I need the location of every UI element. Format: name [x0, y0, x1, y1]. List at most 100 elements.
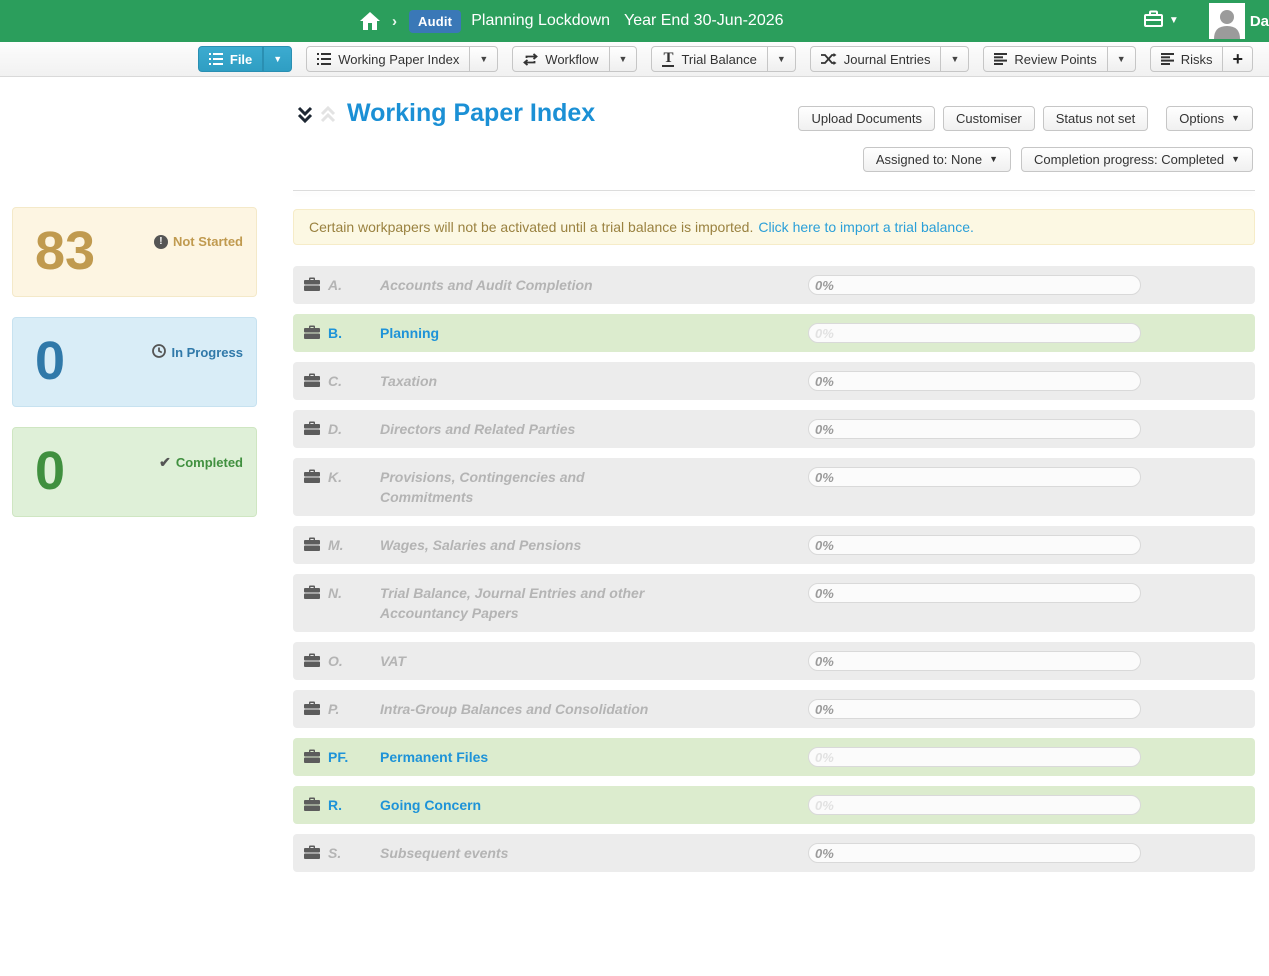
- section-title-link[interactable]: Intra-Group Balances and Consolidation: [380, 699, 660, 719]
- briefcase-icon: [304, 277, 320, 296]
- section-progress-bar: 0%: [808, 371, 1141, 391]
- section-progress-value: 0%: [815, 655, 834, 668]
- workflow-label: Workflow: [545, 52, 598, 67]
- breadcrumb: › Audit Planning Lockdown Year End 30-Ju…: [360, 0, 784, 42]
- chevron-down-icon: ▼: [1169, 16, 1179, 26]
- section-row[interactable]: D. Directors and Related Parties 0%: [293, 410, 1255, 448]
- section-title-link[interactable]: Taxation: [380, 371, 660, 391]
- section-row[interactable]: PF. Permanent Files 0%: [293, 738, 1255, 776]
- audit-badge[interactable]: Audit: [409, 10, 461, 33]
- trial-balance-dropdown[interactable]: ▼: [768, 46, 796, 72]
- section-progress-bar: 0%: [808, 535, 1141, 555]
- upload-documents-button[interactable]: Upload Documents: [798, 106, 935, 131]
- clock-icon: [152, 344, 166, 361]
- section-progress-value: 0%: [815, 703, 834, 716]
- customiser-button[interactable]: Customiser: [943, 106, 1035, 131]
- section-progress-value: 0%: [815, 587, 834, 600]
- section-row[interactable]: A. Accounts and Audit Completion 0%: [293, 266, 1255, 304]
- journal-entries-dropdown[interactable]: ▼: [941, 46, 969, 72]
- journal-entries-button-group: Journal Entries ▼: [810, 46, 970, 72]
- section-row[interactable]: K. Provisions, Contingencies and Commitm…: [293, 458, 1255, 516]
- section-title-link[interactable]: Wages, Salaries and Pensions: [380, 535, 660, 555]
- review-points-button[interactable]: Review Points: [983, 46, 1107, 72]
- align-left-icon: [1161, 53, 1174, 65]
- review-points-label: Review Points: [1014, 52, 1096, 67]
- section-progress-value: 0%: [815, 471, 834, 484]
- chevron-down-icon: ▼: [1231, 114, 1240, 123]
- repeat-icon: [523, 53, 538, 66]
- section-progress-bar: 0%: [808, 323, 1141, 343]
- main-toolbar: File ▼ Working Paper Index ▼ Workflow ▼ …: [0, 42, 1269, 77]
- top-header-bar: › Audit Planning Lockdown Year End 30-Ju…: [0, 0, 1269, 42]
- trial-balance-button[interactable]: T Trial Balance: [651, 46, 767, 72]
- client-name: Planning Lockdown: [471, 12, 610, 30]
- section-title-link[interactable]: Provisions, Contingencies and Commitment…: [380, 467, 660, 507]
- section-row[interactable]: M. Wages, Salaries and Pensions 0%: [293, 526, 1255, 564]
- section-title-link[interactable]: VAT: [380, 651, 660, 671]
- review-points-dropdown[interactable]: ▼: [1108, 46, 1136, 72]
- section-ref: K.: [328, 467, 342, 487]
- section-row[interactable]: S. Subsequent events 0%: [293, 834, 1255, 872]
- import-trial-balance-link[interactable]: Click here to import a trial balance.: [758, 219, 974, 235]
- completed-count: 0: [35, 440, 65, 502]
- stat-not-started[interactable]: 83 ! Not Started: [12, 207, 257, 297]
- working-paper-index-button[interactable]: Working Paper Index: [306, 46, 470, 72]
- risks-label: Risks: [1181, 52, 1213, 67]
- user-name[interactable]: Da: [1250, 13, 1269, 30]
- assigned-to-filter[interactable]: Assigned to: None ▼: [863, 147, 1011, 172]
- section-row[interactable]: P. Intra-Group Balances and Consolidatio…: [293, 690, 1255, 728]
- section-row[interactable]: O. VAT 0%: [293, 642, 1255, 680]
- file-button[interactable]: File: [198, 46, 263, 72]
- user-avatar[interactable]: [1209, 3, 1245, 39]
- section-row[interactable]: C. Taxation 0%: [293, 362, 1255, 400]
- journal-entries-button[interactable]: Journal Entries: [810, 46, 942, 72]
- briefcase-icon: [304, 325, 320, 344]
- section-ref: PF.: [328, 747, 348, 767]
- section-title-link[interactable]: Going Concern: [380, 795, 660, 815]
- expand-all-icon[interactable]: [318, 104, 338, 131]
- stat-completed[interactable]: 0 ✔ Completed: [12, 427, 257, 517]
- risks-button[interactable]: Risks: [1150, 46, 1224, 72]
- section-progress-bar: 0%: [808, 651, 1141, 671]
- home-icon[interactable]: [360, 12, 380, 30]
- status-not-set-button[interactable]: Status not set: [1043, 106, 1149, 131]
- header-right: ▼ Da: [1144, 0, 1269, 42]
- wpi-button-group: Working Paper Index ▼: [306, 46, 498, 72]
- exclamation-circle-icon: !: [154, 235, 168, 249]
- section-title-link[interactable]: Trial Balance, Journal Entries and other…: [380, 583, 660, 623]
- briefcase-icon: [1144, 10, 1163, 32]
- workflow-button[interactable]: Workflow: [512, 46, 609, 72]
- chevron-down-icon: ▼: [989, 155, 998, 164]
- workflow-dropdown[interactable]: ▼: [610, 46, 638, 72]
- section-title-link[interactable]: Subsequent events: [380, 843, 660, 863]
- file-button-group: File ▼: [198, 46, 292, 72]
- section-ref: N.: [328, 583, 342, 603]
- section-row[interactable]: N. Trial Balance, Journal Entries and ot…: [293, 574, 1255, 632]
- section-progress-bar: 0%: [808, 419, 1141, 439]
- briefcase-icon: [304, 845, 320, 864]
- section-progress-value: 0%: [815, 327, 834, 340]
- risks-add-button[interactable]: +: [1223, 46, 1253, 72]
- file-dropdown-button[interactable]: ▼: [263, 46, 292, 72]
- briefcase-menu[interactable]: ▼: [1144, 10, 1179, 32]
- section-title-link[interactable]: Planning: [380, 323, 660, 343]
- trial-balance-warning-banner: Certain workpapers will not be activated…: [293, 209, 1255, 245]
- completion-progress-filter[interactable]: Completion progress: Completed ▼: [1021, 147, 1253, 172]
- stat-in-progress[interactable]: 0 In Progress: [12, 317, 257, 407]
- collapse-controls: [295, 104, 338, 131]
- working-paper-index-dropdown[interactable]: ▼: [470, 46, 498, 72]
- briefcase-icon: [304, 373, 320, 392]
- options-dropdown-button[interactable]: Options ▼: [1166, 106, 1253, 131]
- collapse-all-icon[interactable]: [295, 104, 315, 131]
- plus-icon: +: [1232, 50, 1243, 68]
- section-title-link[interactable]: Directors and Related Parties: [380, 419, 660, 439]
- section-title-link[interactable]: Permanent Files: [380, 747, 660, 767]
- section-title-link[interactable]: Accounts and Audit Completion: [380, 275, 660, 295]
- in-progress-label: In Progress: [171, 345, 243, 360]
- list-icon: [317, 53, 331, 65]
- section-list: A. Accounts and Audit Completion 0% B. P…: [293, 266, 1255, 882]
- section-row[interactable]: R. Going Concern 0%: [293, 786, 1255, 824]
- section-row[interactable]: B. Planning 0%: [293, 314, 1255, 352]
- chevron-down-icon: ▼: [1231, 155, 1240, 164]
- section-progress-value: 0%: [815, 423, 834, 436]
